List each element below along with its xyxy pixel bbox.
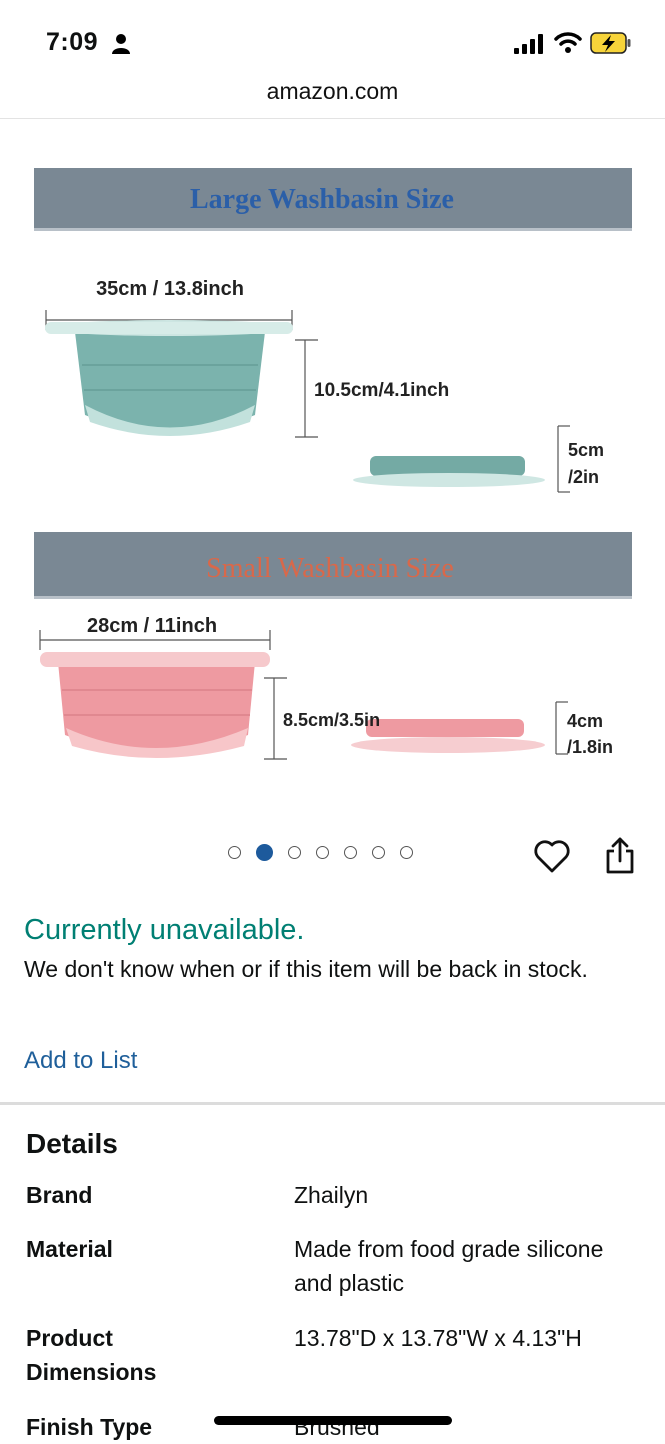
add-to-list-link[interactable]: Add to List <box>24 1047 137 1075</box>
large-width-label: 35cm / 13.8inch <box>96 278 244 300</box>
detail-label-material: Material <box>26 1236 113 1262</box>
battery-icon <box>590 32 631 54</box>
availability-note: We don't know when or if this item will … <box>24 956 588 982</box>
large-basin-image <box>45 320 293 436</box>
small-width-label: 28cm / 11inch <box>87 615 217 637</box>
url-bar[interactable]: amazon.com <box>0 78 665 118</box>
carousel-dot-active[interactable] <box>256 844 273 861</box>
large-height-label: 10.5cm/4.1inch <box>314 380 449 401</box>
signal-icon <box>514 34 543 54</box>
carousel-dot[interactable] <box>228 846 241 859</box>
large-folded-label-1: 5cm <box>568 440 604 460</box>
url-divider <box>0 118 665 119</box>
carousel-dot[interactable] <box>288 846 301 859</box>
heart-icon[interactable] <box>533 838 571 874</box>
product-image[interactable]: Large Washbasin Size 35cm / 13.8inch 10.… <box>0 150 665 810</box>
carousel-dot[interactable] <box>400 846 413 859</box>
status-time: 7:09 <box>46 28 99 56</box>
small-folded-label-2: /1.8in <box>567 737 613 757</box>
large-folded-label-2: /2in <box>568 467 599 487</box>
carousel-dot[interactable] <box>372 846 385 859</box>
home-indicator[interactable] <box>214 1416 452 1425</box>
detail-label-finish: Finish Type <box>26 1414 153 1440</box>
small-banner-title: Small Washbasin Size <box>206 553 454 584</box>
wifi-icon <box>554 32 582 53</box>
availability-status: Currently unavailable. <box>24 914 305 946</box>
status-bar: 7:09 <box>0 0 665 80</box>
small-height-label: 8.5cm/3.5in <box>283 710 380 730</box>
person-icon <box>112 34 130 54</box>
small-folded-label-1: 4cm <box>567 711 603 731</box>
share-icon[interactable] <box>603 836 637 876</box>
section-divider <box>0 1102 665 1105</box>
large-folded-image <box>353 456 545 487</box>
detail-label-dimensions: Product Dimensions <box>26 1325 157 1385</box>
small-folded-image <box>351 719 545 753</box>
detail-value-material: Made from food grade silicone and plasti… <box>294 1236 604 1296</box>
large-banner-title: Large Washbasin Size <box>190 184 454 215</box>
carousel-dot[interactable] <box>344 846 357 859</box>
detail-value-dimensions: 13.78"D x 13.78"W x 4.13"H <box>294 1325 582 1351</box>
url-text: amazon.com <box>266 78 399 104</box>
carousel-dots[interactable] <box>228 844 413 864</box>
detail-label-brand: Brand <box>26 1182 93 1208</box>
carousel-dot[interactable] <box>316 846 329 859</box>
detail-value-brand: Zhailyn <box>294 1182 369 1208</box>
details-title: Details <box>26 1128 118 1159</box>
small-basin-image <box>40 652 270 758</box>
